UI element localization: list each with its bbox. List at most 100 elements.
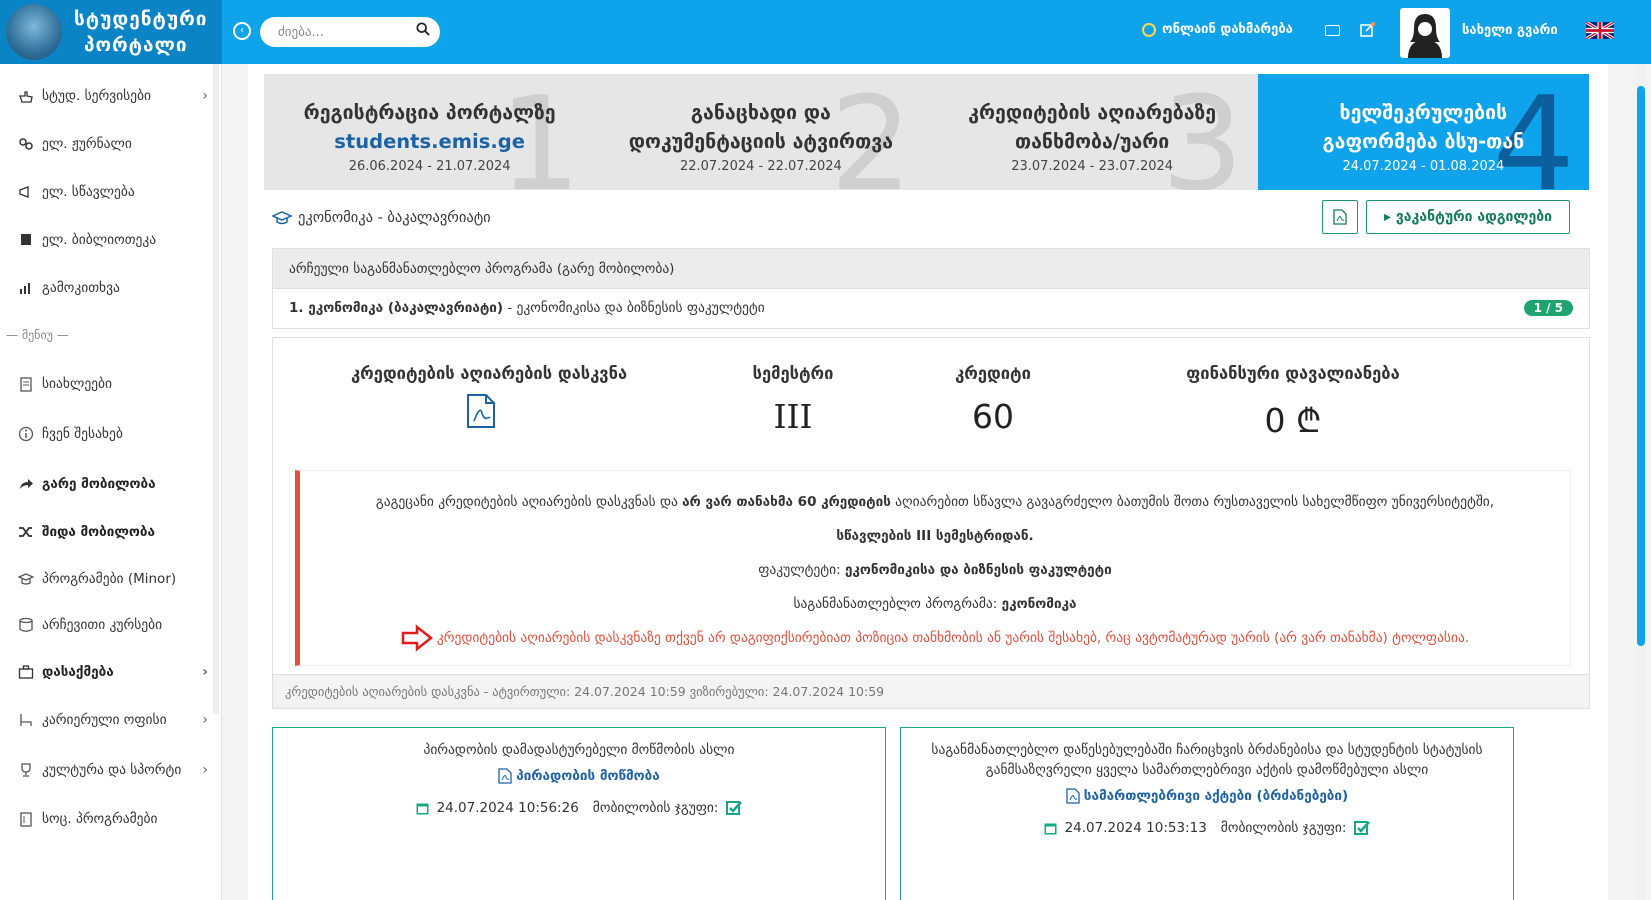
step-dates: 22.07.2024 - 22.07.2024 [679, 159, 842, 174]
graduation-cap-icon [272, 211, 292, 225]
step-dates: 24.07.2024 - 01.08.2024 [1342, 159, 1505, 174]
card-link-label: პირადობის მოწმობა [516, 768, 660, 784]
link-icon [19, 138, 33, 150]
step-link[interactable]: students.emis.ge [264, 127, 595, 156]
card-file-link[interactable]: სამართლებრივი აქტები (ბრძანებები) [1066, 788, 1348, 804]
sidebar-item-culture-sport[interactable]: კულტურა და სპორტი › [0, 750, 222, 790]
step-dates: 26.06.2024 - 21.07.2024 [348, 159, 511, 174]
card-link-label: სამართლებრივი აქტები (ბრძანებები) [1083, 788, 1349, 804]
pdf-file-icon [1333, 209, 1347, 225]
logo-line2: პორტალი [84, 34, 188, 56]
sidebar-item-about[interactable]: ჩვენ შესახებ [0, 414, 222, 454]
sidebar-item-employment[interactable]: დასაქმება › [0, 652, 222, 692]
sidebar-item-elearning[interactable]: ელ. სწავლება [0, 172, 222, 212]
share-icon [20, 479, 33, 489]
hand-pointer-icon [19, 91, 33, 103]
vacancies-button[interactable]: ▸ ვაკანტური ადგილები [1366, 200, 1570, 234]
pdf-file-icon[interactable] [466, 393, 496, 429]
faculty-value: ეკონომიკისა და ბიზნესის ფაკულტეტი [844, 562, 1112, 578]
sidebar-item-label: ჩვენ შესახებ [42, 426, 123, 442]
step-title: განაცხადი და დოკუმენტაციის ატვირთვა [628, 101, 894, 153]
step-title: კრედიტების აღიარებაზე თანხმობა/უარი [968, 101, 1217, 153]
page-scrollbar[interactable] [1636, 64, 1646, 900]
sidebar-section-label: — მენიუ — [6, 328, 69, 342]
pdf-file-icon [1066, 788, 1080, 804]
portal-logo[interactable]: სტუდენტური პორტალი [0, 0, 222, 64]
avatar[interactable] [1400, 8, 1450, 58]
sidebar-item-electives[interactable]: არჩევითი კურსები [0, 605, 222, 645]
step-registration: 1 რეგისტრაცია პორტალზე students.emis.ge … [264, 74, 596, 190]
sidebar-item-label: კარიერული ოფისი [42, 712, 167, 728]
selected-program-panel: არჩეული საგანმანათლებლო პროგრამა (გარე მ… [272, 248, 1590, 329]
checkbox-checked-icon [726, 801, 743, 815]
search-input[interactable] [260, 17, 440, 47]
sidebar-item-label: ელ. ბიბლიოთეკა [42, 232, 157, 248]
online-help-link[interactable]: ონლაინ დახმარება [1142, 22, 1293, 37]
english-flag-icon[interactable] [1586, 22, 1614, 39]
sidebar-item-label: ელ. ჟურნალი [42, 136, 132, 152]
graduation-cap-icon [18, 573, 34, 585]
debt-value: 0 ₾ [1264, 401, 1322, 440]
selected-program-row: 1. ეკონომიკა (ბაკალავრიატი) - ეკონომიკის… [273, 289, 1589, 329]
trophy-icon [21, 763, 31, 777]
sidebar: სტუდ. სერვისები › ელ. ჟურნალი ელ. სწავლე… [0, 64, 222, 900]
vacancies-label: ვაკანტური ადგილები [1395, 209, 1553, 225]
semester-value: III [773, 397, 813, 436]
step-title: რეგისტრაცია პორტალზე [303, 101, 556, 124]
sidebar-item-survey[interactable]: გამოკითხვა [0, 268, 222, 308]
sidebar-item-minor[interactable]: პროგრამები (Minor) [0, 559, 222, 599]
credit-conclusion-label: კრედიტების აღიარების დასკვნა [351, 364, 628, 383]
chevron-right-icon: › [202, 762, 208, 778]
database-icon [19, 617, 33, 632]
user-avatar-icon [1408, 14, 1442, 58]
sidebar-item-label: გამოკითხვა [42, 280, 120, 296]
sidebar-item-label: სტუდ. სერვისები [42, 88, 152, 104]
document-card-id: პირადობის დამადასტურებელი მოწმობის ასლი … [272, 727, 886, 900]
step-dates: 23.07.2024 - 23.07.2024 [1011, 159, 1174, 174]
sidebar-item-label: სიახლეები [42, 376, 113, 392]
briefcase-icon [18, 665, 34, 679]
step-application: 2 განაცხადი და დოკუმენტაციის ატვირთვა 22… [595, 74, 927, 190]
logo-line1: სტუდენტური [74, 8, 208, 30]
credit-value: 60 [972, 397, 1014, 436]
sidebar-item-internal-mobility[interactable]: შიდა მობილობა [0, 512, 222, 552]
sidebar-scrollbar[interactable] [213, 64, 219, 714]
clipboard-icon [20, 812, 32, 827]
sidebar-item-external-mobility[interactable]: გარე მობილობა [0, 464, 222, 504]
step-contract: 4 ხელშეკრულების გაფორმება ბსუ-თან 24.07.… [1257, 74, 1589, 190]
calendar-icon [1044, 823, 1057, 834]
edit-icon[interactable] [1360, 22, 1376, 38]
alert-text: აღიარებით სწავლა გავაგრძელო ბათუმის შოთა… [890, 494, 1495, 510]
sidebar-item-services[interactable]: სტუდ. სერვისები › [0, 76, 222, 116]
program-label: საგანმანათლებლო პროგრამა: [793, 596, 1002, 612]
alert-semester: სწავლების III სემესტრიდან. [836, 528, 1034, 544]
chair-icon [20, 714, 32, 726]
username[interactable]: სახელი გვარი [1462, 23, 1558, 38]
download-pdf-button[interactable] [1322, 200, 1358, 234]
card-date: 24.07.2024 10:53:13 [1064, 820, 1207, 836]
shuffle-icon [19, 527, 32, 537]
card-group-label: მობილობის ჯგუფი: [592, 800, 719, 816]
caret-right-icon: ▸ [1383, 209, 1396, 225]
scrollbar-thumb[interactable] [1637, 86, 1645, 646]
selected-program-header: არჩეული საგანმანათლებლო პროგრამა (გარე მ… [273, 249, 1589, 289]
sidebar-item-label: ელ. სწავლება [42, 184, 135, 200]
sidebar-item-news[interactable]: სიახლეები [0, 364, 222, 404]
sidebar-toggle-icon[interactable]: ‹ [233, 22, 251, 40]
program-faculty: - ეკონომიკისა და ბიზნესის ფაკულტეტი [503, 300, 765, 316]
book-icon [21, 234, 31, 245]
sidebar-item-career-office[interactable]: კარიერული ოფისი › [0, 700, 222, 740]
sidebar-item-library[interactable]: ელ. ბიბლიოთეკა [0, 220, 222, 260]
sidebar-item-label: სოც. პროგრამები [42, 811, 158, 827]
card-date: 24.07.2024 10:56:26 [436, 800, 579, 816]
sidebar-item-journal[interactable]: ელ. ჟურნალი [0, 124, 222, 164]
pdf-file-icon [498, 768, 512, 784]
sidebar-item-social-programs[interactable]: სოც. პროგრამები [0, 799, 222, 839]
card-file-link[interactable]: პირადობის მოწმობა [498, 768, 660, 784]
consent-alert: გაგეცანი კრედიტების აღიარების დასკვნას დ… [295, 470, 1571, 666]
mail-icon[interactable] [1325, 25, 1340, 36]
sidebar-item-label: კულტურა და სპორტი [42, 762, 182, 778]
search-icon[interactable] [416, 22, 430, 36]
card-title: პირადობის დამადასტურებელი მოწმობის ასლი [423, 742, 735, 758]
sidebar-item-label: არჩევითი კურსები [42, 617, 163, 633]
